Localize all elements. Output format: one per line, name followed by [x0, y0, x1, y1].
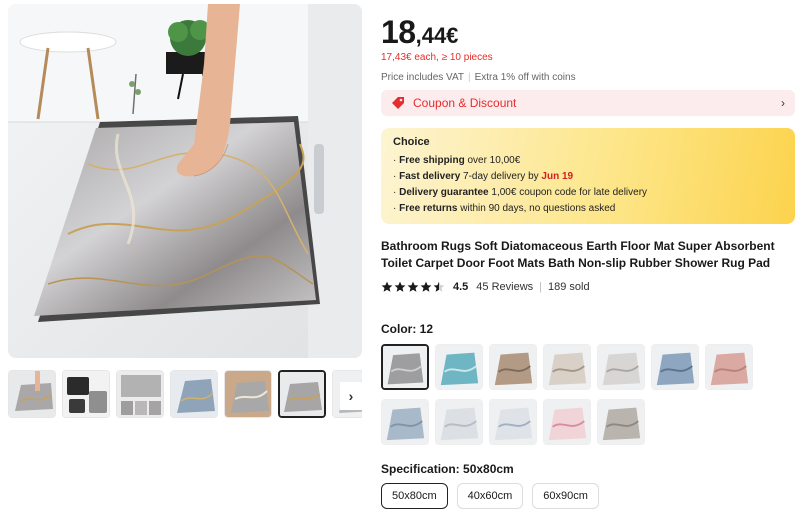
thumbnail[interactable]: [62, 370, 110, 418]
color-swatch[interactable]: [381, 399, 429, 445]
swatch-row: [381, 344, 800, 390]
color-swatch[interactable]: [489, 344, 537, 390]
rating-value: 4.5: [453, 281, 469, 293]
product-title: Bathroom Rugs Soft Diatomaceous Earth Fl…: [381, 239, 775, 270]
star-icon: [433, 281, 445, 292]
star-icon: [381, 281, 393, 292]
price-integer: 18: [381, 14, 416, 50]
thumbnail[interactable]: [116, 370, 164, 418]
color-swatch[interactable]: [435, 399, 483, 445]
star-icon: [420, 281, 432, 292]
bulk-price-text: 17,43€ each, ≥ 10 pieces: [381, 52, 493, 63]
rating-row: 4.5 45 Reviews | 189 sold: [381, 281, 590, 293]
coupon-discount-button[interactable]: Coupon & Discount ›: [381, 90, 795, 116]
coins-text: Extra 1% off with coins: [474, 72, 576, 83]
color-swatch[interactable]: [705, 344, 753, 390]
choice-row: · Free shipping over 10,00€: [393, 155, 521, 166]
spec-option-40x60cm[interactable]: 40x60cm: [456, 483, 524, 509]
star-icon: [407, 281, 419, 292]
color-swatch[interactable]: [543, 344, 591, 390]
thumbnail-strip: [8, 370, 362, 422]
swatch-row: [381, 399, 800, 445]
star-icon: [394, 281, 406, 292]
coupon-label: Coupon & Discount: [413, 96, 517, 110]
specification-options: 50x80cm 40x60cm 60x90cm: [381, 483, 599, 509]
separator: |: [468, 72, 471, 83]
vat-line: Price includes VAT | Extra 1% off with c…: [381, 72, 576, 83]
color-swatch[interactable]: [435, 344, 483, 390]
reviews-link[interactable]: 45 Reviews: [476, 281, 533, 293]
choice-row: · Delivery guarantee 1,00€ coupon code f…: [393, 187, 648, 198]
chevron-right-icon: ›: [781, 96, 785, 110]
color-swatch[interactable]: [597, 399, 645, 445]
color-label: Color: 12: [381, 322, 434, 336]
chevron-right-icon[interactable]: ›: [340, 382, 362, 410]
main-product-image[interactable]: [8, 4, 362, 358]
thumbnail[interactable]: [224, 370, 272, 418]
star-rating: [381, 281, 445, 293]
tag-icon: [392, 97, 404, 109]
price: 18 ,44€: [381, 14, 458, 51]
choice-panel: Choice · Free shipping over 10,00€ · Fas…: [381, 128, 795, 224]
vat-text: Price includes VAT: [381, 72, 464, 83]
color-swatch[interactable]: [543, 399, 591, 445]
price-decimal: ,44€: [415, 23, 459, 48]
spec-option-60x90cm[interactable]: 60x90cm: [532, 483, 599, 509]
color-swatches: [381, 344, 800, 454]
choice-title: Choice: [393, 136, 430, 148]
color-swatch[interactable]: [597, 344, 645, 390]
choice-row: · Fast delivery 7-day delivery by Jun 19: [393, 171, 574, 182]
thumbnail-active[interactable]: [278, 370, 326, 418]
thumbnail[interactable]: [170, 370, 218, 418]
color-swatch[interactable]: [489, 399, 537, 445]
thumbnail[interactable]: [8, 370, 56, 418]
spec-option-50x80cm[interactable]: 50x80cm: [381, 483, 448, 509]
choice-row: · Free returns within 90 days, no questi…: [393, 203, 616, 214]
color-swatch-selected[interactable]: [381, 344, 429, 390]
divider: |: [539, 281, 543, 293]
color-swatch[interactable]: [651, 344, 699, 390]
sold-count: 189 sold: [548, 281, 590, 293]
specification-label: Specification: 50x80cm: [381, 462, 514, 476]
